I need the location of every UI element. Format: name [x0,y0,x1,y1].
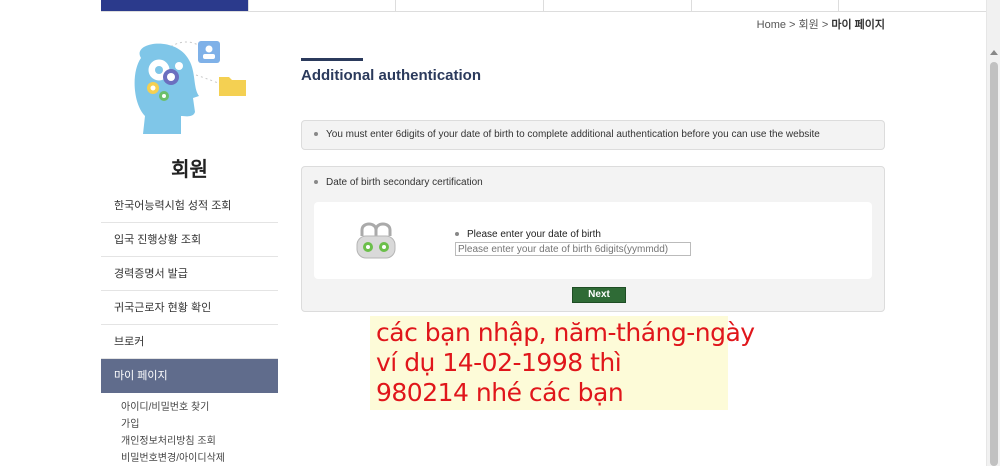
scrollbar-thumb[interactable] [990,62,998,466]
certification-panel: Please enter your date of birth [314,202,872,279]
main-content: Additional authentication You must enter… [301,58,885,312]
member-illustration [101,30,278,145]
title-accent-bar [301,58,363,61]
dob-label: Please enter your date of birth [455,229,601,240]
certification-title: Date of birth secondary certification [314,177,884,188]
vertical-scrollbar[interactable] [986,0,1000,466]
notice-box: You must enter 6digits of your date of b… [301,120,885,150]
padlock-icon [356,222,396,259]
sidebar: 회원 한국어능력시험 성적 조회 입국 진행상황 조회 경력증명서 발급 귀국근… [101,30,278,466]
head-gears-icon [134,41,246,134]
sidebar-item-career-certificate[interactable]: 경력증명서 발급 [101,257,278,291]
nav-tab-5[interactable] [690,0,839,11]
nav-tab-4[interactable] [543,0,691,11]
nav-tab-6[interactable] [838,0,986,11]
breadcrumb-current: 마이 페이지 [831,19,885,31]
certification-title-text: Date of birth secondary certification [326,177,483,188]
submenu-item-change-password[interactable]: 비밀번호변경/아이디삭제 [121,450,278,466]
nav-tab-3[interactable] [395,0,543,11]
certification-box: Date of birth secondary certification Pl… [301,166,885,312]
sidebar-item-entry-status[interactable]: 입국 진행상황 조회 [101,223,278,257]
bullet-icon [314,180,318,185]
annotation-line-2: ví dụ 14-02-1998 thì [376,348,622,377]
nav-tab-1[interactable] [101,0,248,11]
top-navigation [101,0,986,12]
breadcrumb-separator: > [818,19,832,31]
sidebar-menu: 한국어능력시험 성적 조회 입국 진행상황 조회 경력증명서 발급 귀국근로자 … [101,189,278,393]
bullet-icon [314,132,318,137]
breadcrumb-separator: > [786,19,799,31]
nav-tab-2[interactable] [247,0,396,11]
submenu-item-join[interactable]: 가입 [121,416,278,433]
page-title: Additional authentication [301,67,481,84]
submenu-item-find-id-password[interactable]: 아이디/비밀번호 찾기 [121,399,278,416]
dob-input[interactable] [455,242,691,256]
sidebar-item-topik-score[interactable]: 한국어능력시험 성적 조회 [101,189,278,223]
sidebar-title: 회원 [171,159,208,181]
instruction-annotation: các bạn nhập, năm-tháng-ngày ví dụ 14-02… [370,316,755,410]
annotation-line-1: các bạn nhập, năm-tháng-ngày [376,318,755,347]
sidebar-submenu: 아이디/비밀번호 찾기 가입 개인정보처리방침 조회 비밀번호변경/아이디삭제 [101,399,278,466]
sidebar-item-my-page[interactable]: 마이 페이지 [101,359,278,393]
next-button[interactable]: Next [572,287,626,303]
annotation-line-3: 980214 nhé các bạn [376,378,624,407]
submenu-item-privacy-policy[interactable]: 개인정보처리방침 조회 [121,433,278,450]
sidebar-item-broker[interactable]: 브로커 [101,325,278,359]
bullet-icon [455,232,459,237]
breadcrumb-section[interactable]: 회원 [799,19,819,31]
scroll-up-arrow-icon[interactable] [990,50,998,55]
sidebar-item-returnee-status[interactable]: 귀국근로자 현황 확인 [101,291,278,325]
breadcrumb: Home > 회원 > 마이 페이지 [757,16,885,32]
breadcrumb-home[interactable]: Home [757,19,786,31]
dob-label-text: Please enter your date of birth [467,229,601,240]
notice-text: You must enter 6digits of your date of b… [326,129,820,140]
